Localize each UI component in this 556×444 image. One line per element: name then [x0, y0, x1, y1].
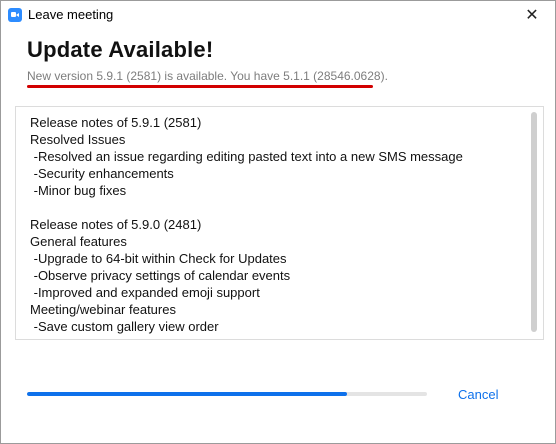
title-bar: Leave meeting ✕ — [1, 1, 555, 29]
release-notes-line: -Minor bug fixes — [30, 183, 127, 198]
release-notes-line: Resolved Issues — [30, 132, 126, 147]
close-button[interactable]: ✕ — [509, 1, 555, 29]
release-notes-line: General features — [30, 234, 127, 249]
close-icon: ✕ — [525, 7, 539, 24]
release-notes-line: -Resolved an issue regarding editing pas… — [30, 149, 463, 164]
release-notes-line: -Observe privacy settings of calendar ev… — [30, 268, 291, 283]
release-notes-text: Release notes of 5.9.1 (2581) Resolved Is… — [30, 114, 520, 335]
release-notes-line: -Security enhancements — [30, 166, 174, 181]
release-notes-line: -Improved and expanded emoji support — [30, 285, 260, 300]
version-info: New version 5.9.1 (2581) is available. Y… — [27, 69, 388, 83]
page-title: Update Available! — [27, 37, 214, 62]
release-notes-panel[interactable]: Release notes of 5.9.1 (2581) Resolved Is… — [15, 106, 544, 340]
release-notes-line: Release notes of 5.9.0 (2481) — [30, 217, 202, 232]
release-notes-line: -Save custom gallery view order — [30, 319, 219, 334]
release-notes-line: -Upgrade to 64-bit within Check for Upda… — [30, 251, 287, 266]
red-underline-annotation — [27, 85, 373, 88]
download-progress-bar — [27, 392, 427, 396]
release-notes-scrollbar[interactable] — [531, 112, 537, 332]
progress-fill — [27, 392, 347, 396]
release-notes-blank-line — [30, 199, 520, 216]
scrollbar-thumb[interactable] — [531, 112, 537, 332]
window-title: Leave meeting — [28, 7, 114, 22]
release-notes-line: Meeting/webinar features — [30, 302, 176, 317]
release-notes-line: Release notes of 5.9.1 (2581) — [30, 115, 202, 130]
zoom-camera-icon — [8, 8, 22, 22]
cancel-button[interactable]: Cancel — [458, 387, 498, 402]
camera-lens-shape — [16, 13, 19, 17]
update-dialog: Leave meeting ✕ Update Available! New ve… — [0, 0, 556, 444]
